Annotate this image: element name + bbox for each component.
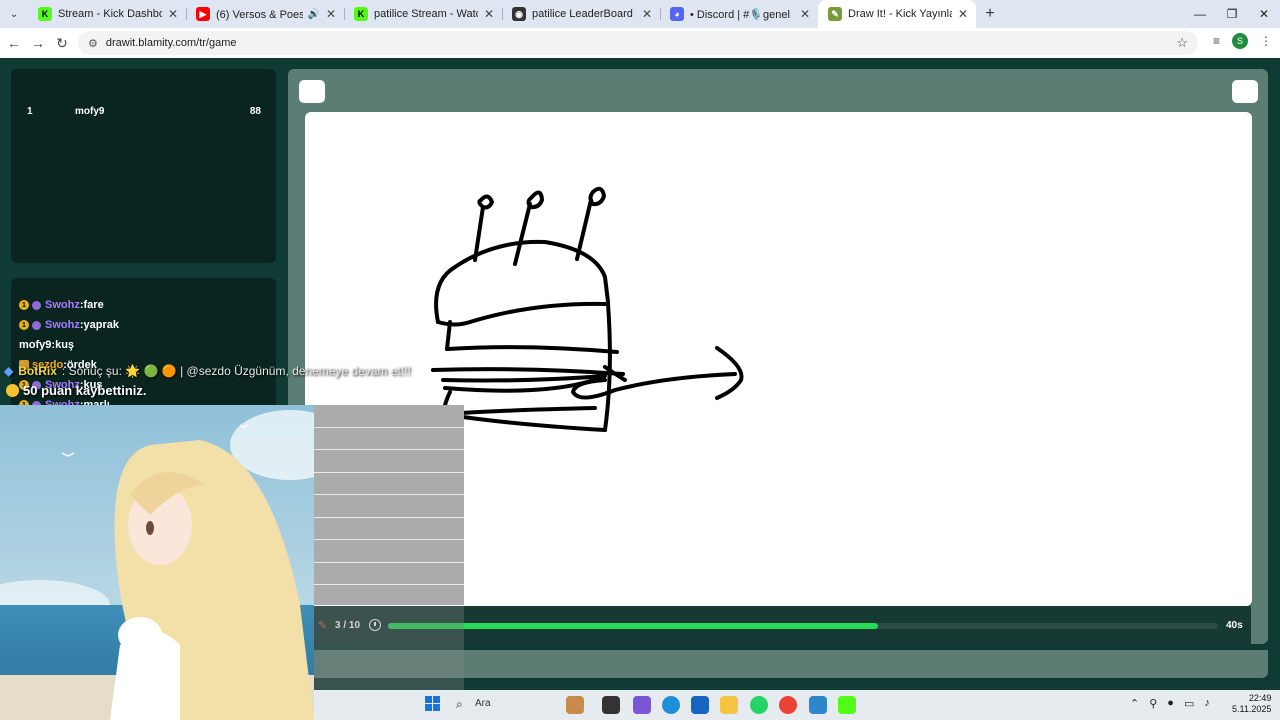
chrome-icon[interactable] xyxy=(779,696,797,714)
tab-title: Draw It! - Kick Yayınları İçin Çiz xyxy=(848,8,952,20)
profile-avatar[interactable]: S xyxy=(1232,33,1248,49)
game-right-button[interactable] xyxy=(1232,80,1258,103)
chat-text: yaprak xyxy=(83,319,119,331)
tab-drawit[interactable]: ✎ Draw It! - Kick Yayınları İçin Çiz ✕ xyxy=(818,0,976,28)
kick-icon: K xyxy=(354,7,368,21)
tab-close-icon[interactable]: ✕ xyxy=(958,7,968,21)
file-explorer-icon[interactable] xyxy=(720,696,738,714)
tab-title: • Discord | #🎙️genel | Patiliç xyxy=(690,8,794,21)
tab-discord[interactable]: ◕ • Discord | #🎙️genel | Patiliç ✕ xyxy=(660,0,818,28)
clock-date: 5.11.2025 xyxy=(1232,704,1272,714)
windows-start-icon[interactable] xyxy=(425,696,441,712)
system-clock[interactable]: 22:49 5.11.2025 xyxy=(1232,693,1271,715)
chat-username: Swohz xyxy=(45,299,80,311)
tab-search-menu-button[interactable]: ⌄ xyxy=(0,0,28,28)
chat-text: kuş xyxy=(55,339,75,351)
tab-title: (6) Versos & Poesias PT 🎶 xyxy=(216,8,304,21)
badge-icon: 1 xyxy=(19,320,29,330)
tab-close-icon[interactable]: ✕ xyxy=(326,7,336,21)
chat-message: 1 Swohz: fare xyxy=(19,299,104,311)
discord-icon: ◕ xyxy=(670,7,684,21)
restore-icon[interactable]: ❐ xyxy=(1216,0,1248,28)
time-left-label: 40s xyxy=(1226,620,1243,631)
photos-icon[interactable] xyxy=(809,696,827,714)
youtube-icon: ▶ xyxy=(196,7,210,21)
sad-emoji-icon xyxy=(6,384,19,397)
badge-icon: 1 xyxy=(19,300,29,310)
system-tray: ⌃ ⚲ ● ▭ ♪ xyxy=(1130,697,1210,710)
leaderboard-name: mofy9 xyxy=(75,106,105,117)
leaderboard-rank: 1 xyxy=(27,106,33,117)
leaderboard-score: 88 xyxy=(249,106,261,117)
points-lost-overlay: 50 puan kaybettiniz. xyxy=(6,383,147,398)
search-icon[interactable]: ⌕ xyxy=(456,697,463,712)
url-input[interactable]: ⚙ drawit.blamity.com/tr/game ☆ xyxy=(78,31,1198,55)
volume-icon[interactable]: ♪ xyxy=(1204,697,1210,710)
points-lost-text: 50 puan kaybettiniz. xyxy=(23,383,147,398)
bot-badge-icon: ◆ xyxy=(4,364,14,378)
tab-close-icon[interactable]: ✕ xyxy=(800,7,810,21)
drawit-icon: ✎ xyxy=(828,7,842,21)
forward-icon[interactable]: → xyxy=(26,35,50,51)
new-tab-button[interactable]: + xyxy=(976,5,1004,23)
chat-message: 1 Swohz: yaprak xyxy=(19,319,119,331)
game-left-button[interactable] xyxy=(299,80,325,103)
bookmark-star-icon[interactable]: ☆ xyxy=(1176,35,1188,51)
tab-title: patilice Stream - Watch Live on xyxy=(374,8,478,20)
bot-message-overlay: ◆ BotRix : Sonuç şu: 🌟 🟢 🟠 | @sezdo Üzgün… xyxy=(4,364,411,378)
tab-title: Stream - Kick Dashboard xyxy=(58,8,162,20)
chat-message: mofy9: kuş xyxy=(19,339,75,351)
tab-patilice-stream[interactable]: K patilice Stream - Watch Live on ✕ xyxy=(344,0,502,28)
bot-name: BotRix xyxy=(18,364,57,378)
minimize-icon[interactable]: — xyxy=(1184,0,1216,28)
store-icon[interactable] xyxy=(691,696,709,714)
whatsapp-icon[interactable] xyxy=(750,696,768,714)
menu-icon[interactable]: ⋮ xyxy=(1260,34,1272,48)
chat-username: mofy9 xyxy=(19,339,52,351)
app-icon[interactable] xyxy=(633,696,651,714)
task-view-icon[interactable] xyxy=(602,696,620,714)
display-icon[interactable]: ▭ xyxy=(1184,697,1194,710)
reading-list-icon[interactable]: ≡ xyxy=(1213,34,1220,48)
chevron-up-icon[interactable]: ⌃ xyxy=(1130,697,1139,710)
tab-close-icon[interactable]: ✕ xyxy=(484,7,494,21)
leaderboard-icon: ◉ xyxy=(512,7,526,21)
edge-icon[interactable] xyxy=(662,696,680,714)
url-text: drawit.blamity.com/tr/game xyxy=(105,37,237,49)
tab-leaderboard[interactable]: ◉ patilice LeaderBoard | The best ✕ xyxy=(502,0,660,28)
tab-close-icon[interactable]: ✕ xyxy=(168,7,178,21)
speaker-icon[interactable]: 🔊 xyxy=(307,9,319,20)
kick-app-icon[interactable] xyxy=(838,696,856,714)
leaderboard-panel: 1 mofy9 88 xyxy=(11,69,276,263)
window-controls: — ❐ ✕ xyxy=(1184,0,1280,28)
chat-username: Swohz xyxy=(45,319,80,331)
network-icon[interactable]: ⚲ xyxy=(1149,697,1157,710)
webcam-overlay-image xyxy=(0,405,314,720)
timer-progress-bar xyxy=(388,623,1218,629)
close-window-icon[interactable]: ✕ xyxy=(1248,0,1280,28)
clock-time: 22:49 xyxy=(1248,693,1272,703)
site-info-icon[interactable]: ⚙ xyxy=(88,37,98,50)
reload-icon[interactable]: ↻ xyxy=(50,35,74,52)
kick-icon: K xyxy=(38,7,52,21)
tab-close-icon[interactable]: ✕ xyxy=(642,7,652,21)
tab-kick-dashboard[interactable]: K Stream - Kick Dashboard ✕ xyxy=(28,0,186,28)
address-bar: ← → ↻ ⚙ drawit.blamity.com/tr/game ☆ ≡ S… xyxy=(0,28,1280,58)
chat-text: fare xyxy=(83,299,104,311)
browser-tab-bar: ⌄ K Stream - Kick Dashboard ✕ ▶ (6) Vers… xyxy=(0,0,1280,28)
subscriber-badge-icon xyxy=(32,300,41,310)
tab-youtube[interactable]: ▶ (6) Versos & Poesias PT 🎶 🔊 ✕ xyxy=(186,0,344,28)
obscured-list-overlay xyxy=(314,405,464,605)
microphone-icon[interactable]: ● xyxy=(1167,697,1174,710)
back-icon[interactable]: ← xyxy=(2,35,26,51)
taskbar-search-input[interactable]: Ara xyxy=(475,698,491,709)
tab-title: patilice LeaderBoard | The best xyxy=(532,8,636,20)
subscriber-badge-icon xyxy=(32,320,41,330)
bot-text: : Sonuç şu: 🌟 🟢 🟠 | @sezdo Üzgünüm, dene… xyxy=(61,364,411,378)
widgets-icon[interactable] xyxy=(566,696,584,714)
